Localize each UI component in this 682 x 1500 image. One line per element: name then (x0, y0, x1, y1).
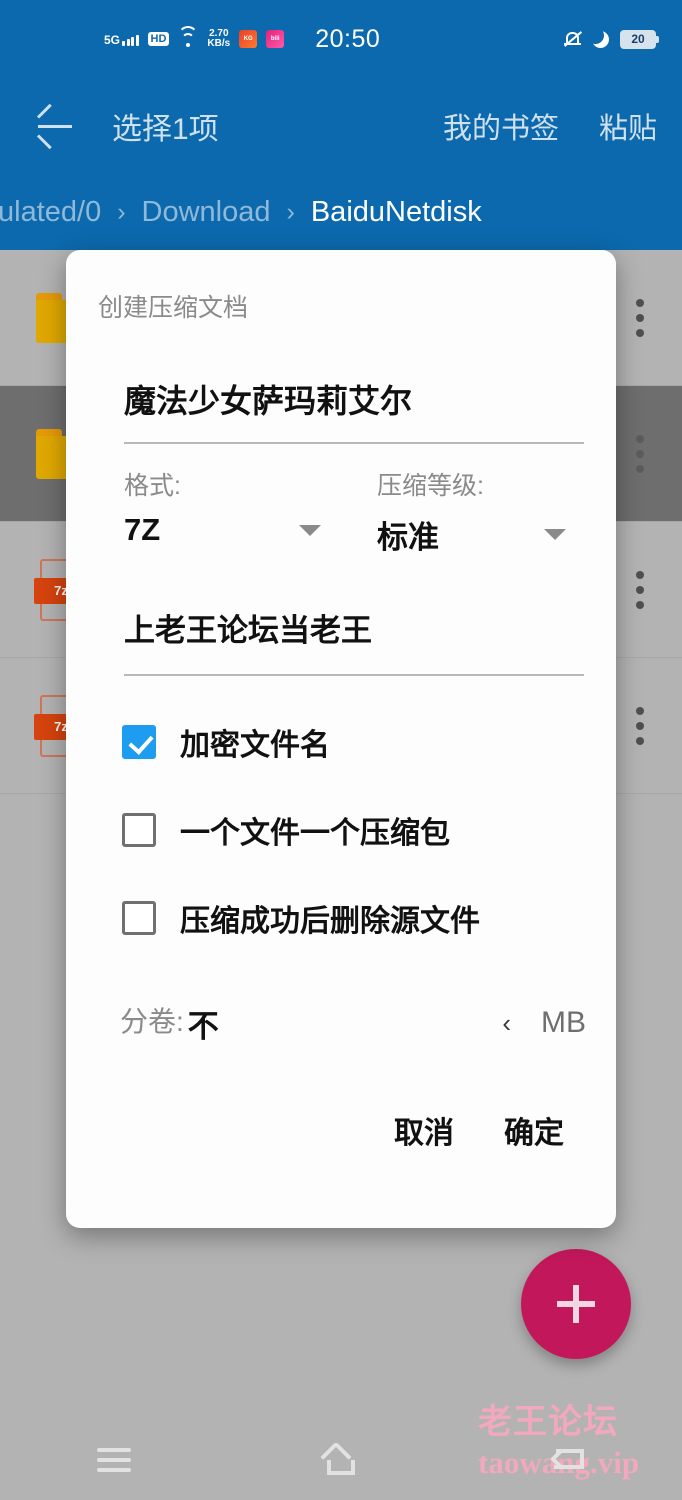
format-label: 格式: (124, 472, 181, 500)
dialog-title: 创建压缩文档 (98, 294, 249, 322)
checkbox-checked-icon[interactable] (122, 725, 156, 759)
phone-screen: 5G HD 2.70 KB/s KG bili 20:50 20 选择1项 我的… (0, 0, 682, 1500)
split-volume-input[interactable]: 不 (188, 1001, 219, 1046)
cancel-button[interactable]: 取消 (394, 1108, 454, 1152)
archive-name-underline (124, 442, 584, 444)
split-volume-unit-label: MB (541, 1006, 586, 1039)
dialog-actions: 取消 确定 (96, 1108, 586, 1152)
checkbox-encrypt-filenames[interactable]: 加密文件名 (96, 720, 586, 764)
format-and-level-row: 格式: 7Z 压缩等级: 标准 (96, 466, 586, 557)
format-value: 7Z (124, 512, 161, 547)
compression-level-label: 压缩等级: (377, 472, 484, 500)
chevron-left-icon[interactable]: ‹ (502, 1008, 519, 1039)
checkbox-unchecked-icon[interactable] (122, 813, 156, 847)
chevron-down-icon (299, 524, 321, 536)
password-underline (124, 674, 584, 676)
format-group: 格式: 7Z (96, 466, 341, 557)
checkbox-label: 一个文件一个压缩包 (180, 817, 450, 850)
compression-level-group: 压缩等级: 标准 (341, 466, 586, 557)
checkbox-one-archive-per-file[interactable]: 一个文件一个压缩包 (96, 808, 586, 852)
create-archive-dialog: 创建压缩文档 魔法少女萨玛莉艾尔 格式: 7Z 压缩等级: 标准 上老王论坛当老… (66, 250, 616, 1228)
checkbox-delete-source-after-compress[interactable]: 压缩成功后删除源文件 (96, 896, 586, 940)
format-select[interactable]: 7Z (124, 512, 341, 548)
compression-level-value: 标准 (377, 520, 439, 555)
checkbox-label: 压缩成功后删除源文件 (180, 905, 480, 938)
checkbox-unchecked-icon[interactable] (122, 901, 156, 935)
chevron-down-icon (544, 529, 566, 540)
split-volume-input-wrap: 不 ‹ (188, 1001, 519, 1046)
split-volume-label: 分卷: (120, 1006, 184, 1037)
confirm-button[interactable]: 确定 (504, 1108, 564, 1152)
compression-level-select[interactable]: 标准 (377, 512, 586, 557)
checkbox-label: 加密文件名 (180, 729, 330, 762)
archive-name-input[interactable]: 魔法少女萨玛莉艾尔 (96, 376, 586, 422)
split-volume-row: 分卷: 不 ‹ MB (96, 1000, 586, 1046)
password-input[interactable]: 上老王论坛当老王 (96, 605, 586, 650)
